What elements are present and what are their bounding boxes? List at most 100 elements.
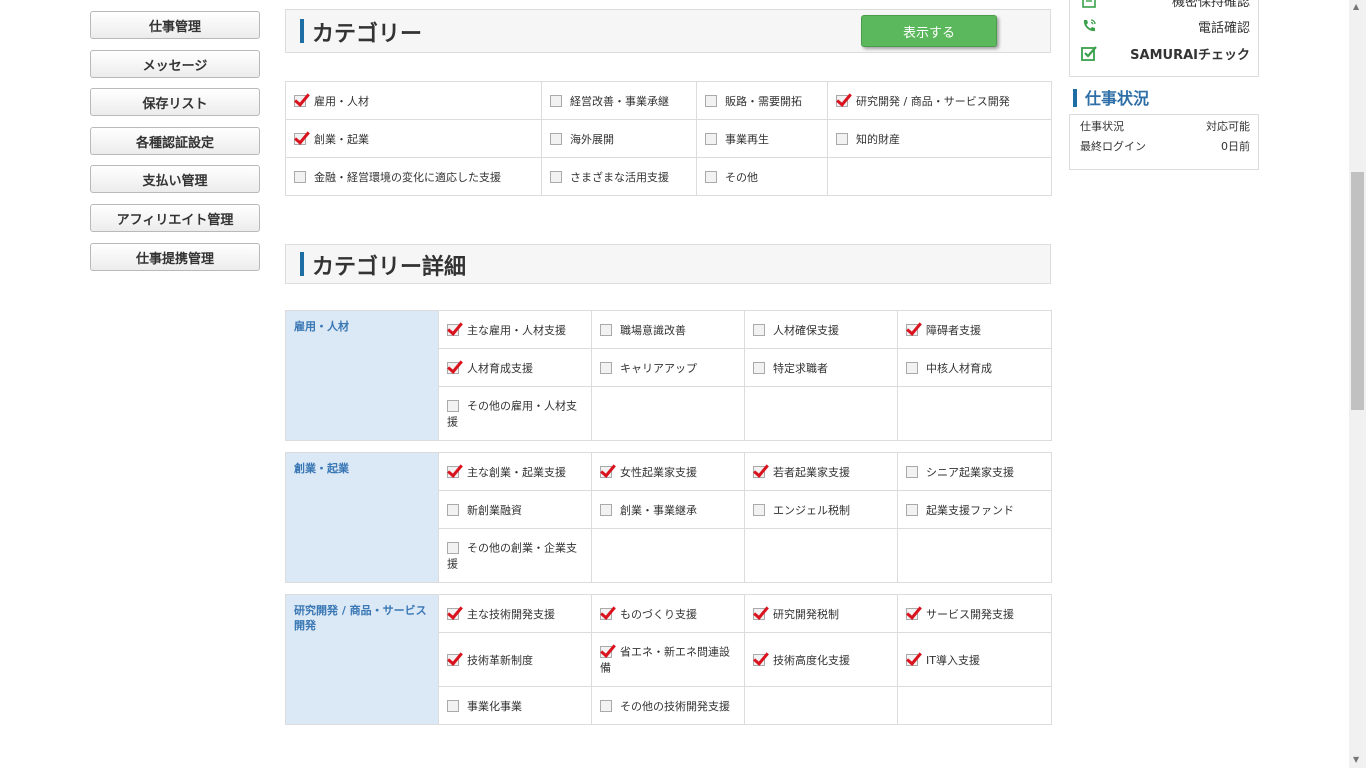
- scroll-thumb[interactable]: [1351, 172, 1364, 410]
- checkbox-option[interactable]: 研究開発 / 商品・サービス開発: [827, 81, 1052, 120]
- checkbox-checked-icon[interactable]: [294, 132, 306, 145]
- checkbox-unchecked-icon[interactable]: [600, 699, 612, 712]
- checkbox-option[interactable]: 主な雇用・人材支援: [438, 310, 592, 349]
- sidebar-item-partnership-management[interactable]: 仕事提携管理: [90, 243, 260, 271]
- show-button[interactable]: 表示する: [861, 15, 997, 47]
- checkbox-option[interactable]: その他の技術開発支援: [591, 686, 745, 725]
- checkbox-option[interactable]: 主な創業・起業支援: [438, 452, 592, 491]
- checkbox-checked-icon[interactable]: [600, 465, 612, 478]
- checkbox-option[interactable]: サービス開発支援: [897, 594, 1052, 633]
- checkbox-unchecked-icon[interactable]: [836, 132, 848, 145]
- checkbox-unchecked-icon[interactable]: [906, 361, 918, 374]
- checkbox-option[interactable]: 創業・起業: [285, 119, 542, 158]
- checkbox-option[interactable]: 雇用・人材: [285, 81, 542, 120]
- checkbox-option[interactable]: 技術革新制度: [438, 632, 592, 687]
- checkbox-label: 主な雇用・人材支援: [467, 323, 566, 337]
- checkbox-option[interactable]: 海外展開: [541, 119, 697, 158]
- checkbox-checked-icon[interactable]: [906, 607, 918, 620]
- checkbox-checked-icon[interactable]: [753, 465, 765, 478]
- detail-row: 創業・起業 主な創業・起業支援 女性起業家支援 若者起業家支援 シニア起業家支援: [285, 452, 1052, 583]
- sidebar-item-job-management[interactable]: 仕事管理: [90, 11, 260, 39]
- checkbox-unchecked-icon[interactable]: [550, 94, 562, 107]
- checkbox-option[interactable]: 職場意識改善: [591, 310, 745, 349]
- checkbox-option[interactable]: 技術高度化支援: [744, 632, 898, 687]
- checkbox-option[interactable]: 創業・事業継承: [591, 490, 745, 529]
- checkbox-checked-icon[interactable]: [906, 323, 918, 336]
- status-label: 仕事状況: [1080, 120, 1124, 133]
- checkbox-checked-icon[interactable]: [600, 646, 612, 658]
- checkbox-option[interactable]: 起業支援ファンド: [897, 490, 1052, 529]
- checkbox-option[interactable]: シニア起業家支援: [897, 452, 1052, 491]
- checkbox-option[interactable]: 事業化事業: [438, 686, 592, 725]
- checkbox-unchecked-icon[interactable]: [294, 170, 306, 183]
- empty-cell: [744, 686, 898, 725]
- checkbox-unchecked-icon[interactable]: [550, 132, 562, 145]
- page-scrollbar[interactable]: ▲ ▼: [1349, 0, 1366, 768]
- scroll-up-icon[interactable]: ▲: [1353, 2, 1359, 11]
- sidebar-item-affiliate-management[interactable]: アフィリエイト管理: [90, 204, 260, 232]
- checkbox-checked-icon[interactable]: [294, 94, 306, 107]
- checkbox-option[interactable]: 主な技術開発支援: [438, 594, 592, 633]
- checkbox-checked-icon[interactable]: [836, 94, 848, 107]
- checkbox-option[interactable]: 人材育成支援: [438, 348, 592, 387]
- checkbox-checked-icon[interactable]: [600, 607, 612, 620]
- checkbox-checked-icon[interactable]: [753, 607, 765, 620]
- checkbox-option[interactable]: IT導入支援: [897, 632, 1052, 687]
- heading-accent-bar: [300, 252, 304, 276]
- checkbox-unchecked-icon[interactable]: [447, 699, 459, 712]
- checkbox-unchecked-icon[interactable]: [550, 170, 562, 183]
- checkbox-option[interactable]: エンジェル税制: [744, 490, 898, 529]
- checkbox-option[interactable]: 女性起業家支援: [591, 452, 745, 491]
- checkbox-checked-icon[interactable]: [447, 653, 459, 666]
- checkbox-unchecked-icon[interactable]: [447, 400, 459, 412]
- checkbox-option[interactable]: 事業再生: [696, 119, 828, 158]
- checkbox-checked-icon[interactable]: [906, 653, 918, 666]
- checkbox-option[interactable]: 販路・需要開拓: [696, 81, 828, 120]
- checkbox-option[interactable]: 新創業融資: [438, 490, 592, 529]
- checkbox-option[interactable]: キャリアアップ: [591, 348, 745, 387]
- checkbox-unchecked-icon[interactable]: [600, 361, 612, 374]
- checkbox-label: 省エネ・新エネ問連設備: [600, 645, 730, 675]
- checkbox-unchecked-icon[interactable]: [600, 323, 612, 336]
- checkbox-label: 技術革新制度: [467, 653, 533, 667]
- checkbox-option[interactable]: 特定求職者: [744, 348, 898, 387]
- checkbox-unchecked-icon[interactable]: [705, 132, 717, 145]
- checkbox-unchecked-icon[interactable]: [705, 170, 717, 183]
- sidebar-item-verification-settings[interactable]: 各種認証設定: [90, 127, 260, 155]
- checkbox-unchecked-icon[interactable]: [705, 94, 717, 107]
- sidebar-item-saved-list[interactable]: 保存リスト: [90, 88, 260, 116]
- checkbox-option[interactable]: 省エネ・新エネ問連設備: [591, 632, 745, 687]
- checkbox-unchecked-icon[interactable]: [447, 542, 459, 554]
- checkbox-option[interactable]: ものづくり支援: [591, 594, 745, 633]
- checkbox-option[interactable]: 障碍者支援: [897, 310, 1052, 349]
- checkbox-unchecked-icon[interactable]: [600, 503, 612, 516]
- checkbox-checked-icon[interactable]: [447, 323, 459, 336]
- checkbox-unchecked-icon[interactable]: [753, 503, 765, 516]
- checkbox-checked-icon[interactable]: [447, 361, 459, 374]
- checkbox-unchecked-icon[interactable]: [906, 503, 918, 516]
- checkbox-checked-icon[interactable]: [447, 465, 459, 478]
- sidebar-item-messages[interactable]: メッセージ: [90, 50, 260, 78]
- checkbox-checked-icon[interactable]: [447, 607, 459, 620]
- checkbox-unchecked-icon[interactable]: [753, 361, 765, 374]
- checkbox-option[interactable]: さまざまな活用支援: [541, 157, 697, 196]
- checkbox-unchecked-icon[interactable]: [447, 503, 459, 516]
- checkbox-option[interactable]: 中核人材育成: [897, 348, 1052, 387]
- checkbox-label: 技術高度化支援: [773, 653, 850, 667]
- checkbox-option[interactable]: 研究開発税制: [744, 594, 898, 633]
- checkbox-option[interactable]: 金融・経営環境の変化に適応した支援: [285, 157, 542, 196]
- checkbox-unchecked-icon[interactable]: [753, 323, 765, 336]
- checkbox-option[interactable]: その他の創業・企業支援: [438, 528, 592, 583]
- checkbox-option[interactable]: 経営改善・事業承継: [541, 81, 697, 120]
- checkbox-option[interactable]: その他の雇用・人材支援: [438, 386, 592, 441]
- checkbox-label: さまざまな活用支援: [570, 170, 669, 184]
- sidebar-item-payment-management[interactable]: 支払い管理: [90, 165, 260, 193]
- checkbox-label: 女性起業家支援: [620, 465, 697, 479]
- checkbox-option[interactable]: 知的財産: [827, 119, 1052, 158]
- checkbox-unchecked-icon[interactable]: [906, 465, 918, 478]
- checkbox-option[interactable]: その他: [696, 157, 828, 196]
- checkbox-option[interactable]: 人材確保支援: [744, 310, 898, 349]
- scroll-down-icon[interactable]: ▼: [1353, 755, 1359, 764]
- checkbox-option[interactable]: 若者起業家支援: [744, 452, 898, 491]
- checkbox-checked-icon[interactable]: [753, 653, 765, 666]
